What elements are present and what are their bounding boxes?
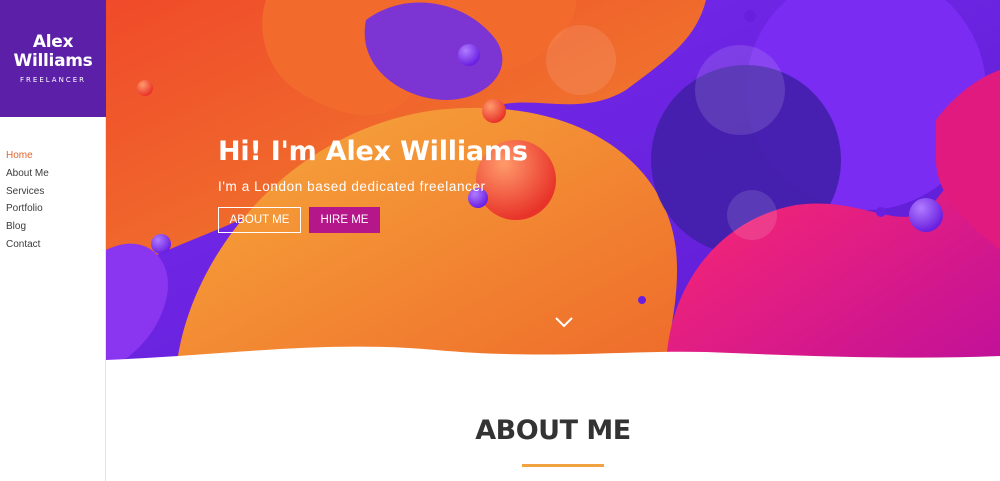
main-nav: Home About Me Services Portfolio Blog Co… (0, 147, 105, 254)
sidebar: Alex Williams FREELANCER Home About Me S… (0, 0, 106, 481)
nav-item-portfolio[interactable]: Portfolio (0, 200, 105, 218)
chevron-down-icon[interactable] (553, 314, 575, 330)
hero-subtitle: I'm a London based dedicated freelancer (218, 179, 486, 194)
hero-title: Hi! I'm Alex Williams (218, 136, 528, 167)
site-logo[interactable]: Alex Williams FREELANCER (0, 0, 106, 117)
hire-me-button[interactable]: HIRE ME (309, 207, 380, 233)
about-me-button[interactable]: ABOUT ME (218, 207, 301, 233)
title-underline (522, 464, 604, 467)
nav-item-about-me[interactable]: About Me (0, 165, 105, 183)
nav-item-services[interactable]: Services (0, 183, 105, 201)
logo-tagline: FREELANCER (20, 76, 86, 84)
about-section-title: ABOUT ME (475, 415, 631, 446)
nav-item-blog[interactable]: Blog (0, 218, 105, 236)
nav-item-contact[interactable]: Contact (0, 236, 105, 254)
logo-name-line1: Alex (32, 32, 74, 52)
nav-item-home[interactable]: Home (0, 147, 105, 165)
logo-name-line2: Williams (13, 51, 93, 71)
hero-section: Hi! I'm Alex Williams I'm a London based… (106, 0, 1000, 372)
